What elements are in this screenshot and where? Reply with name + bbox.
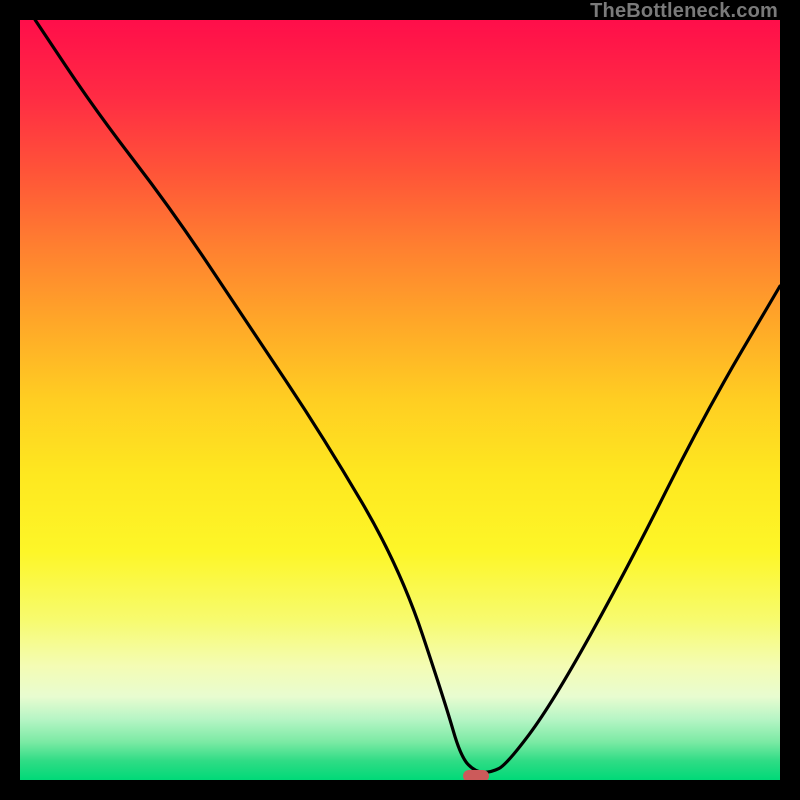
attribution-text: TheBottleneck.com <box>590 0 778 23</box>
bottleneck-curve <box>35 20 780 772</box>
frame-bottom <box>0 780 800 800</box>
curve-layer <box>0 0 800 800</box>
frame-left <box>0 0 20 800</box>
frame-right <box>780 0 800 800</box>
chart-stage: TheBottleneck.com <box>0 0 800 800</box>
